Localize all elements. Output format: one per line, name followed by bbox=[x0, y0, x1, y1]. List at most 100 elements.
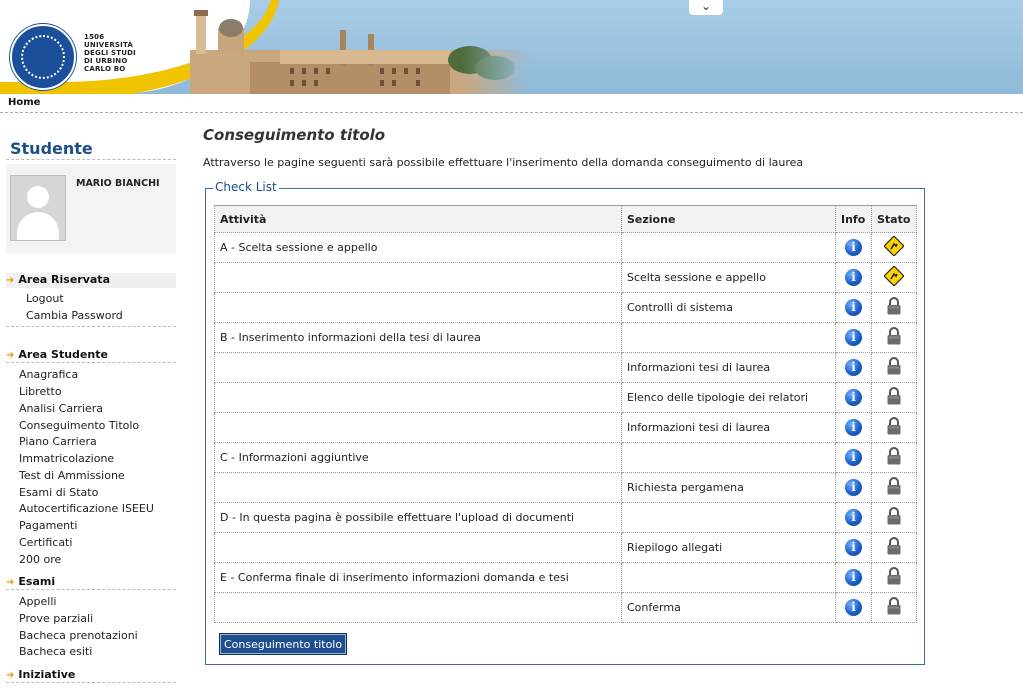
cell-attivita: C - Informazioni aggiuntive bbox=[214, 442, 622, 473]
cell-sezione: Controlli di sistema bbox=[621, 292, 836, 323]
sidebar-item-test-ammissione[interactable]: Test di Ammissione bbox=[19, 469, 125, 482]
sidebar-item-prove-parziali[interactable]: Prove parziali bbox=[19, 612, 93, 625]
sidebar-item-analisi-carriera[interactable]: Analisi Carriera bbox=[19, 402, 103, 415]
lock-icon bbox=[886, 297, 902, 318]
cell-stato bbox=[871, 562, 917, 593]
cell-stato bbox=[871, 382, 917, 413]
info-icon[interactable]: i bbox=[845, 389, 862, 406]
section-label: Area Riservata bbox=[18, 273, 110, 286]
cell-sezione bbox=[621, 232, 836, 263]
divider bbox=[6, 326, 176, 327]
info-icon[interactable]: i bbox=[845, 299, 862, 316]
section-esami[interactable]: ➜ Esami bbox=[6, 575, 176, 589]
cell-stato bbox=[871, 352, 917, 383]
university-name-line: DEGLI STUDI bbox=[84, 49, 136, 57]
arrow-right-icon: ➜ bbox=[6, 670, 15, 681]
sidebar-item-bacheca-esiti[interactable]: Bacheca esiti bbox=[19, 645, 92, 658]
section-label: Area Studente bbox=[18, 348, 108, 361]
cell-sezione bbox=[621, 502, 836, 533]
cell-info: i bbox=[835, 352, 872, 383]
info-icon[interactable]: i bbox=[845, 449, 862, 466]
sidebar-item-autocertificazione[interactable]: Autocertificazione ISEEU bbox=[19, 502, 154, 515]
sidebar-item-certificati[interactable]: Certificati bbox=[19, 536, 72, 549]
breadcrumb: Home bbox=[0, 94, 1023, 113]
home-link[interactable]: Home bbox=[8, 97, 40, 108]
sidebar-title: Studente bbox=[10, 139, 93, 158]
cell-attivita bbox=[214, 382, 622, 413]
info-icon[interactable]: i bbox=[845, 509, 862, 526]
cell-attivita bbox=[214, 532, 622, 563]
city-skyline-image bbox=[190, 10, 530, 94]
cell-sezione bbox=[621, 322, 836, 353]
sidebar-item-200-ore[interactable]: 200 ore bbox=[19, 553, 61, 566]
cell-info: i bbox=[835, 442, 872, 473]
cell-info: i bbox=[835, 262, 872, 293]
user-card: MARIO BIANCHI bbox=[6, 164, 176, 254]
cell-sezione: Informazioni tesi di laurea bbox=[621, 352, 836, 383]
column-header-attivita: Attività bbox=[214, 205, 622, 233]
cell-stato bbox=[871, 292, 917, 323]
table-row: Elenco delle tipologie dei relatori i bbox=[214, 382, 917, 413]
intro-text: Attraverso le pagine seguenti sarà possi… bbox=[203, 156, 804, 169]
sidebar-item-conseguimento-titolo[interactable]: Conseguimento Titolo bbox=[19, 419, 139, 432]
change-password-link[interactable]: Cambia Password bbox=[26, 309, 123, 322]
info-icon[interactable]: i bbox=[845, 269, 862, 286]
section-iniziative[interactable]: ➜ Iniziative bbox=[6, 668, 176, 682]
user-name: MARIO BIANCHI bbox=[76, 178, 160, 189]
cell-info: i bbox=[835, 562, 872, 593]
cell-stato bbox=[871, 532, 917, 563]
conseguimento-titolo-button[interactable]: Conseguimento titolo bbox=[219, 633, 348, 655]
cell-info: i bbox=[835, 472, 872, 503]
university-name: 1506 UNIVERSITÀ DEGLI STUDI DI URBINO CA… bbox=[84, 33, 136, 73]
cell-info: i bbox=[835, 322, 872, 353]
sidebar-item-appelli[interactable]: Appelli bbox=[19, 595, 56, 608]
cell-attivita: B - Inserimento informazioni della tesi … bbox=[214, 322, 622, 353]
sidebar-item-piano-carriera[interactable]: Piano Carriera bbox=[19, 435, 97, 448]
sidebar-item-pagamenti[interactable]: Pagamenti bbox=[19, 519, 77, 532]
cell-attivita: A - Scelta sessione e appello bbox=[214, 232, 622, 263]
logout-link[interactable]: Logout bbox=[26, 292, 64, 305]
section-area-riservata[interactable]: ➜ Area Riservata bbox=[6, 273, 176, 288]
cell-sezione: Scelta sessione e appello bbox=[621, 262, 836, 293]
divider bbox=[6, 589, 176, 590]
sidebar-item-esami-di-stato[interactable]: Esami di Stato bbox=[19, 486, 98, 499]
cell-stato bbox=[871, 442, 917, 473]
info-icon[interactable]: i bbox=[845, 239, 862, 256]
cell-sezione: Elenco delle tipologie dei relatori bbox=[621, 382, 836, 413]
info-icon[interactable]: i bbox=[845, 479, 862, 496]
table-row: D - In questa pagina è possibile effettu… bbox=[214, 502, 917, 533]
info-icon[interactable]: i bbox=[845, 419, 862, 436]
university-seal-icon bbox=[10, 24, 76, 90]
banner-collapse-toggle[interactable]: ⌄ bbox=[689, 0, 723, 15]
sidebar-item-immatricolazione[interactable]: Immatricolazione bbox=[19, 452, 114, 465]
info-icon[interactable]: i bbox=[845, 359, 862, 376]
info-icon[interactable]: i bbox=[845, 329, 862, 346]
cell-sezione: Informazioni tesi di laurea bbox=[621, 412, 836, 443]
chevron-down-icon: ⌄ bbox=[700, 0, 712, 13]
cell-sezione: Riepilogo allegati bbox=[621, 532, 836, 563]
table-row: Informazioni tesi di laurea i bbox=[214, 352, 917, 383]
divider bbox=[6, 362, 176, 363]
lock-icon bbox=[886, 327, 902, 348]
arrow-right-icon: ➜ bbox=[6, 350, 15, 361]
cell-stato bbox=[871, 262, 917, 293]
table-row: C - Informazioni aggiuntive i bbox=[214, 442, 917, 473]
cell-attivita bbox=[214, 262, 622, 293]
sidebar-item-libretto[interactable]: Libretto bbox=[19, 385, 62, 398]
table-header-row: Attività Sezione Info Stato bbox=[214, 205, 917, 233]
cell-info: i bbox=[835, 382, 872, 413]
info-icon[interactable]: i bbox=[845, 599, 862, 616]
cell-attivita bbox=[214, 472, 622, 503]
section-area-studente[interactable]: ➜ Area Studente bbox=[6, 348, 176, 362]
lock-icon bbox=[886, 477, 902, 498]
cell-stato bbox=[871, 472, 917, 503]
table-row: Informazioni tesi di laurea i bbox=[214, 412, 917, 443]
cell-attivita: E - Conferma finale di inserimento infor… bbox=[214, 562, 622, 593]
lock-icon bbox=[886, 507, 902, 528]
info-icon[interactable]: i bbox=[845, 569, 862, 586]
sidebar-item-bacheca-prenotazioni[interactable]: Bacheca prenotazioni bbox=[19, 629, 138, 642]
lock-icon bbox=[886, 597, 902, 618]
cell-attivita bbox=[214, 412, 622, 443]
sidebar-item-anagrafica[interactable]: Anagrafica bbox=[19, 368, 78, 381]
info-icon[interactable]: i bbox=[845, 539, 862, 556]
